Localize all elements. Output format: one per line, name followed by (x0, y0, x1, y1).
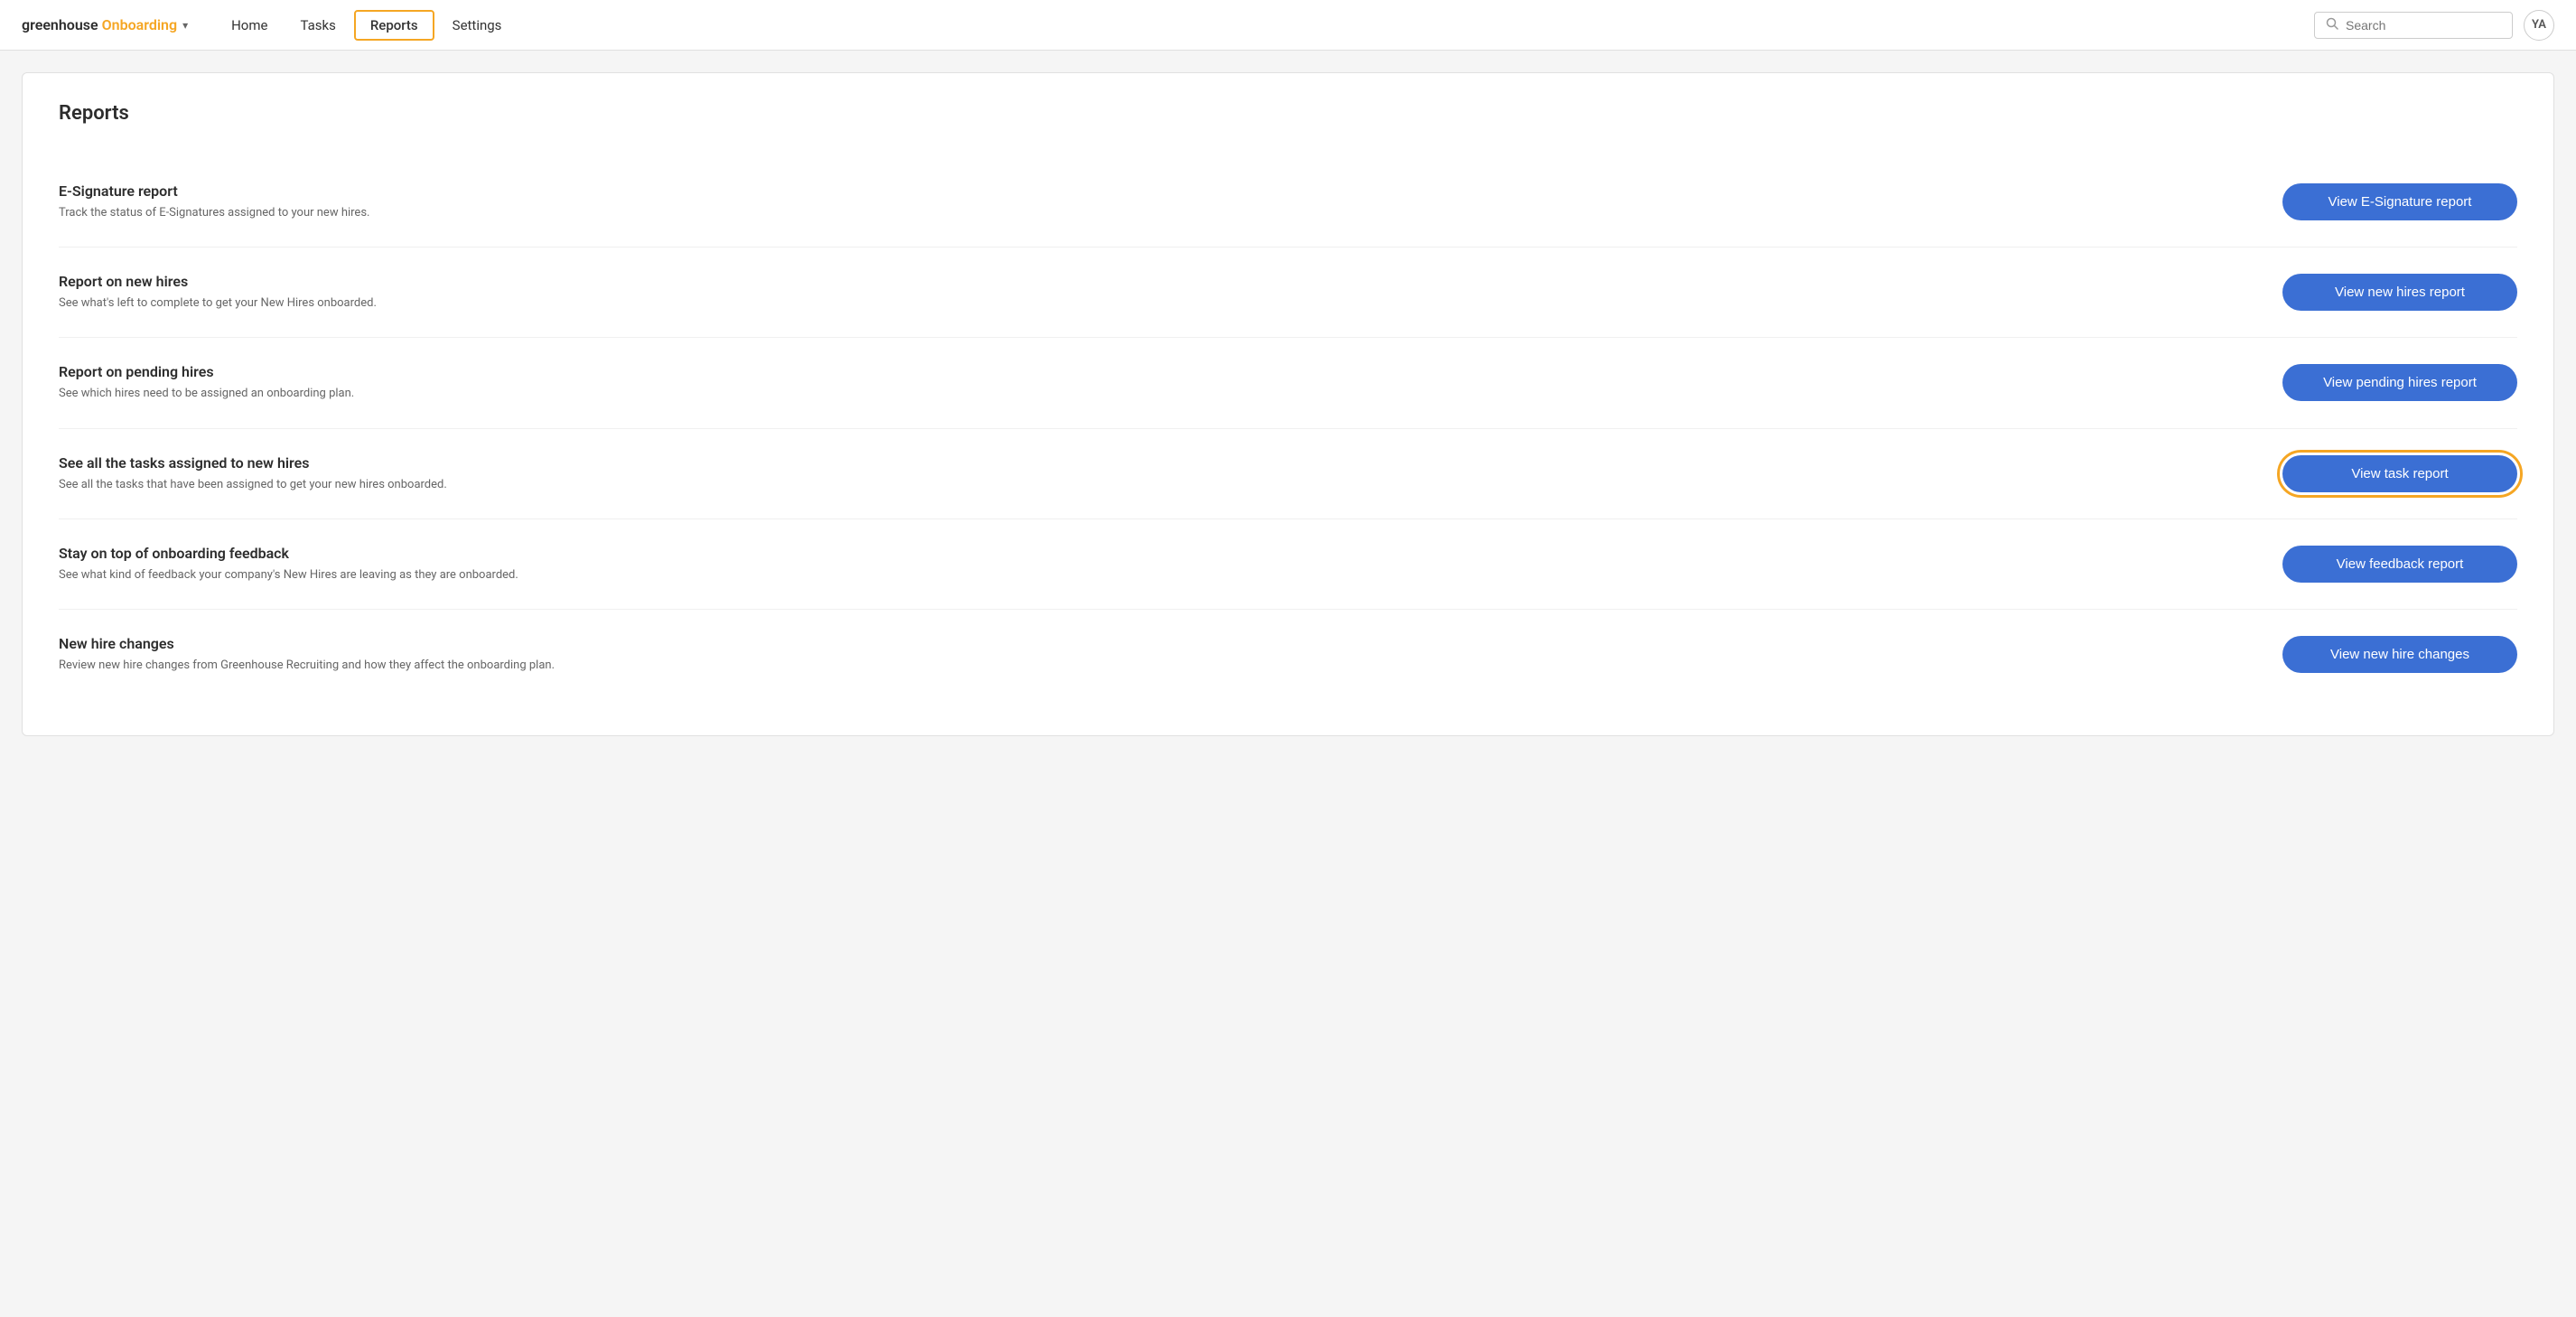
report-row: Stay on top of onboarding feedback See wh… (59, 519, 2517, 610)
brand-chevron-icon[interactable]: ▾ (182, 19, 188, 32)
report-row: E-Signature report Track the status of E-… (59, 157, 2517, 248)
reports-card: Reports E-Signature report Track the stat… (22, 72, 2554, 736)
report-title-new-hire-changes: New hire changes (59, 635, 2246, 652)
report-info-new-hires: Report on new hires See what's left to co… (59, 273, 2282, 312)
report-btn-feedback[interactable]: View feedback report (2282, 546, 2517, 583)
avatar[interactable]: YA (2524, 10, 2554, 41)
report-title-task-report: See all the tasks assigned to new hires (59, 454, 2246, 472)
report-btn-pending-hires[interactable]: View pending hires report (2282, 364, 2517, 401)
main-content: Reports E-Signature report Track the stat… (0, 51, 2576, 758)
search-input[interactable] (2346, 18, 2501, 33)
report-info-task-report: See all the tasks assigned to new hires S… (59, 454, 2282, 493)
report-desc-task-report: See all the tasks that have been assigne… (59, 477, 2246, 493)
report-row: Report on new hires See what's left to co… (59, 248, 2517, 338)
nav-tasks[interactable]: Tasks (285, 12, 350, 39)
nav-right: YA (2314, 10, 2554, 41)
report-info-new-hire-changes: New hire changes Review new hire changes … (59, 635, 2282, 674)
brand: greenhouse Onboarding ▾ (22, 16, 188, 33)
report-info-esignature: E-Signature report Track the status of E-… (59, 182, 2282, 221)
search-icon (2326, 17, 2338, 33)
report-desc-new-hire-changes: Review new hire changes from Greenhouse … (59, 658, 2246, 674)
report-btn-new-hire-changes[interactable]: View new hire changes (2282, 636, 2517, 673)
brand-greenhouse: greenhouse (22, 16, 98, 33)
nav-reports[interactable]: Reports (354, 10, 434, 41)
search-box[interactable] (2314, 12, 2513, 39)
report-desc-pending-hires: See which hires need to be assigned an o… (59, 386, 2246, 402)
report-row: Report on pending hires See which hires n… (59, 338, 2517, 428)
report-info-pending-hires: Report on pending hires See which hires n… (59, 363, 2282, 402)
report-desc-new-hires: See what's left to complete to get your … (59, 295, 2246, 312)
nav-links: Home Tasks Reports Settings (217, 10, 2314, 41)
report-title-feedback: Stay on top of onboarding feedback (59, 545, 2246, 562)
page-title: Reports (59, 102, 2517, 125)
nav-settings[interactable]: Settings (438, 12, 517, 39)
report-btn-new-hires[interactable]: View new hires report (2282, 274, 2517, 311)
report-title-pending-hires: Report on pending hires (59, 363, 2246, 380)
report-btn-task-report[interactable]: View task report (2282, 455, 2517, 492)
brand-onboarding: Onboarding (102, 16, 177, 33)
navbar: greenhouse Onboarding ▾ Home Tasks Repor… (0, 0, 2576, 51)
report-desc-feedback: See what kind of feedback your company's… (59, 567, 2246, 584)
report-title-esignature: E-Signature report (59, 182, 2246, 200)
report-info-feedback: Stay on top of onboarding feedback See wh… (59, 545, 2282, 584)
report-row: See all the tasks assigned to new hires S… (59, 429, 2517, 519)
nav-home[interactable]: Home (217, 12, 282, 39)
report-btn-esignature[interactable]: View E-Signature report (2282, 183, 2517, 220)
report-row: New hire changes Review new hire changes … (59, 610, 2517, 699)
report-desc-esignature: Track the status of E-Signatures assigne… (59, 205, 2246, 221)
report-title-new-hires: Report on new hires (59, 273, 2246, 290)
reports-list: E-Signature report Track the status of E-… (59, 157, 2517, 699)
